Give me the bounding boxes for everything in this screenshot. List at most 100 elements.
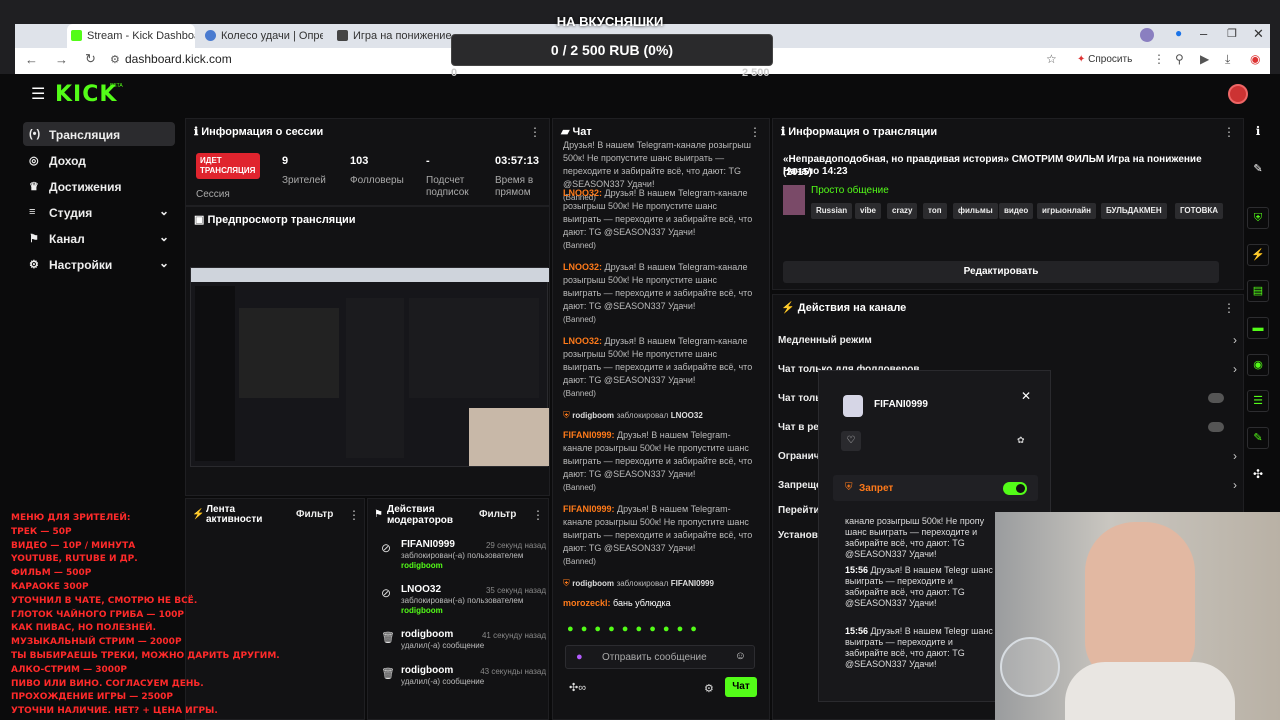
extension-icon[interactable]: ● bbox=[1175, 26, 1182, 40]
tag[interactable]: vibe bbox=[855, 203, 882, 219]
raid-item[interactable]: Перейти bbox=[778, 505, 820, 516]
more-icon[interactable]: ⋮ bbox=[529, 125, 541, 139]
wrench-icon[interactable]: ✎ bbox=[1247, 427, 1269, 449]
toggle-switch[interactable] bbox=[1208, 422, 1224, 432]
flag-icon: ⚑ bbox=[29, 233, 39, 245]
infinity-icon[interactable]: ✣∞ bbox=[569, 681, 586, 694]
chat-icon[interactable]: ▬ bbox=[1247, 317, 1269, 339]
chat-user[interactable]: rodigboom bbox=[572, 579, 614, 588]
tag[interactable]: Russian bbox=[811, 203, 853, 219]
url-field[interactable]: dashboard.kick.com bbox=[125, 52, 232, 66]
sidebar-item-broadcast[interactable]: (•) Трансляция bbox=[23, 122, 175, 146]
close-icon[interactable]: ✕ bbox=[1021, 389, 1031, 403]
reload-icon[interactable]: ↻ bbox=[85, 51, 96, 67]
gift-icon[interactable]: ✿ bbox=[1017, 435, 1025, 446]
slow-mode-item[interactable]: Медленный режим bbox=[778, 335, 872, 346]
trophy-icon: ♛ bbox=[29, 181, 39, 193]
sidebar-item-income[interactable]: ◎ Доход bbox=[23, 148, 175, 172]
forward-icon[interactable]: → bbox=[55, 52, 68, 67]
maximize-icon[interactable]: ❐ bbox=[1227, 27, 1237, 40]
bookmark-icon[interactable]: ☆ bbox=[1046, 52, 1057, 66]
user-card-name[interactable]: FIFANI0999 bbox=[874, 399, 928, 410]
info-icon[interactable]: ℹ bbox=[1247, 124, 1269, 138]
menu-overlay-line: YOUTUBE, RUTUBE И ДР. bbox=[11, 554, 138, 565]
chat-user[interactable]: FIFANI0999: bbox=[563, 504, 615, 514]
sidebar-item-settings[interactable]: ⚙ Настройки ⌄ bbox=[23, 252, 175, 276]
more-icon[interactable]: ⋮ bbox=[532, 508, 544, 522]
chat-user[interactable]: morozeckl: bbox=[563, 598, 611, 608]
chat-user[interactable]: FIFANI0999 bbox=[671, 579, 714, 588]
subs-only-item[interactable]: Чат толь bbox=[778, 393, 821, 404]
chat-user[interactable]: LNOO32 bbox=[671, 411, 703, 420]
toggle-switch[interactable] bbox=[1208, 393, 1224, 403]
tag[interactable]: crazy bbox=[887, 203, 918, 219]
chat-input[interactable]: ● Отправить сообщение ☺ bbox=[565, 645, 755, 669]
category-link[interactable]: Просто общение bbox=[811, 185, 889, 196]
profile-icon[interactable] bbox=[1140, 28, 1154, 42]
emoji-icon[interactable]: ☺ bbox=[735, 650, 746, 662]
hamburger-icon[interactable]: ☰ bbox=[31, 84, 45, 104]
mod-filter-button[interactable]: Фильтр bbox=[479, 509, 516, 520]
emote-bar[interactable]: ● ● ● ● ● ● ● ● ● ● bbox=[567, 623, 757, 637]
category-thumbnail[interactable] bbox=[783, 185, 805, 215]
more-icon[interactable]: ⋮ bbox=[348, 508, 360, 522]
kick-logo[interactable]: KICK bbox=[55, 82, 117, 107]
chat-send-button[interactable]: Чат bbox=[725, 677, 757, 697]
sidebar-item-achievements[interactable]: ♛ Достижения bbox=[23, 174, 175, 198]
more-icon[interactable]: ⋮ bbox=[1223, 301, 1235, 315]
back-icon[interactable]: ← bbox=[25, 52, 38, 67]
extensions-icon[interactable]: ⚲ bbox=[1175, 52, 1184, 66]
banned-words-item[interactable]: Запреще bbox=[778, 480, 822, 491]
restrict-item[interactable]: Огранич bbox=[778, 451, 820, 462]
tab-wheel[interactable]: Колесо удачи | Определен bbox=[201, 24, 323, 48]
mod-action-by[interactable]: rodigboom bbox=[401, 561, 546, 570]
download-icon[interactable]: ⤓ bbox=[1225, 52, 1230, 67]
sidebar-item-channel[interactable]: ⚑ Канал ⌄ bbox=[23, 226, 175, 250]
tag[interactable]: БУЛЬДАКМЕН bbox=[1101, 203, 1167, 219]
tag[interactable]: топ bbox=[923, 203, 947, 219]
browser-menu-icon[interactable]: ◉ bbox=[1250, 52, 1260, 66]
tab-label: Колесо удачи | Определен bbox=[221, 30, 323, 42]
ask-button[interactable]: ✦ Спросить bbox=[1077, 54, 1132, 65]
bolt-icon[interactable]: ⚡ bbox=[1247, 244, 1269, 266]
play-icon[interactable]: ▶ bbox=[1200, 52, 1209, 66]
mic-icon[interactable]: ● bbox=[576, 651, 583, 663]
tab-movie[interactable]: Игра на понижение bbox=[333, 24, 453, 48]
tag[interactable]: игрыонлайн bbox=[1037, 203, 1096, 219]
heart-icon[interactable]: ♡ bbox=[841, 431, 861, 451]
set-item[interactable]: Установ bbox=[778, 530, 818, 541]
coin-icon: ◎ bbox=[29, 155, 39, 167]
more-icon[interactable]: ⋮ bbox=[749, 125, 761, 139]
activity-filter-button[interactable]: Фильтр bbox=[296, 509, 333, 520]
ban-toggle[interactable] bbox=[1003, 482, 1027, 495]
apps-icon[interactable]: ✣ bbox=[1247, 467, 1269, 481]
more-icon[interactable]: ⋮ bbox=[1223, 125, 1235, 139]
avatar[interactable] bbox=[1228, 84, 1248, 104]
tag[interactable]: фильмы bbox=[953, 203, 998, 219]
tag[interactable]: видео bbox=[999, 203, 1034, 219]
site-info-icon[interactable]: ⚙ bbox=[110, 53, 120, 66]
tab-kick-dashboard[interactable]: Stream - Kick Dashboard bbox=[67, 24, 195, 48]
stream-preview-video[interactable] bbox=[190, 267, 549, 467]
sidebar-item-studio[interactable]: ≡ Студия ⌄ bbox=[23, 200, 175, 224]
shield-icon[interactable]: ⛨ bbox=[1247, 207, 1269, 229]
close-window-icon[interactable]: ✕ bbox=[1253, 26, 1264, 42]
edit-button[interactable]: Редактировать bbox=[783, 261, 1219, 283]
chat-user[interactable]: LNOO32: bbox=[563, 188, 602, 198]
chat-user[interactable]: LNOO32: bbox=[563, 262, 602, 272]
server-icon[interactable]: ☰ bbox=[1247, 390, 1269, 412]
clipboard-icon[interactable]: ▤ bbox=[1247, 280, 1269, 302]
minimize-icon[interactable]: – bbox=[1200, 26, 1207, 41]
menu-overlay-line: УТОЧНИ НАЛИЧИЕ. НЕТ? + ЦЕНА ИГРЫ. bbox=[11, 706, 218, 717]
mod-action-by[interactable]: rodigboom bbox=[401, 606, 546, 615]
chat-settings-icon[interactable]: ⚙ bbox=[704, 682, 714, 695]
flag-icon: ⚑ bbox=[374, 509, 383, 520]
chat-user[interactable]: LNOO32: bbox=[563, 336, 602, 346]
preview-sidebar bbox=[195, 286, 235, 461]
chat-user[interactable]: rodigboom bbox=[572, 411, 614, 420]
tag[interactable]: ГОТОВКА bbox=[1175, 203, 1223, 219]
pencil-icon[interactable]: ✎ bbox=[1247, 159, 1269, 181]
chat-user[interactable]: FIFANI0999: bbox=[563, 430, 615, 440]
menu-dots-icon[interactable]: ⋮ bbox=[1153, 52, 1165, 66]
broadcast-icon[interactable]: ◉ bbox=[1247, 354, 1269, 376]
